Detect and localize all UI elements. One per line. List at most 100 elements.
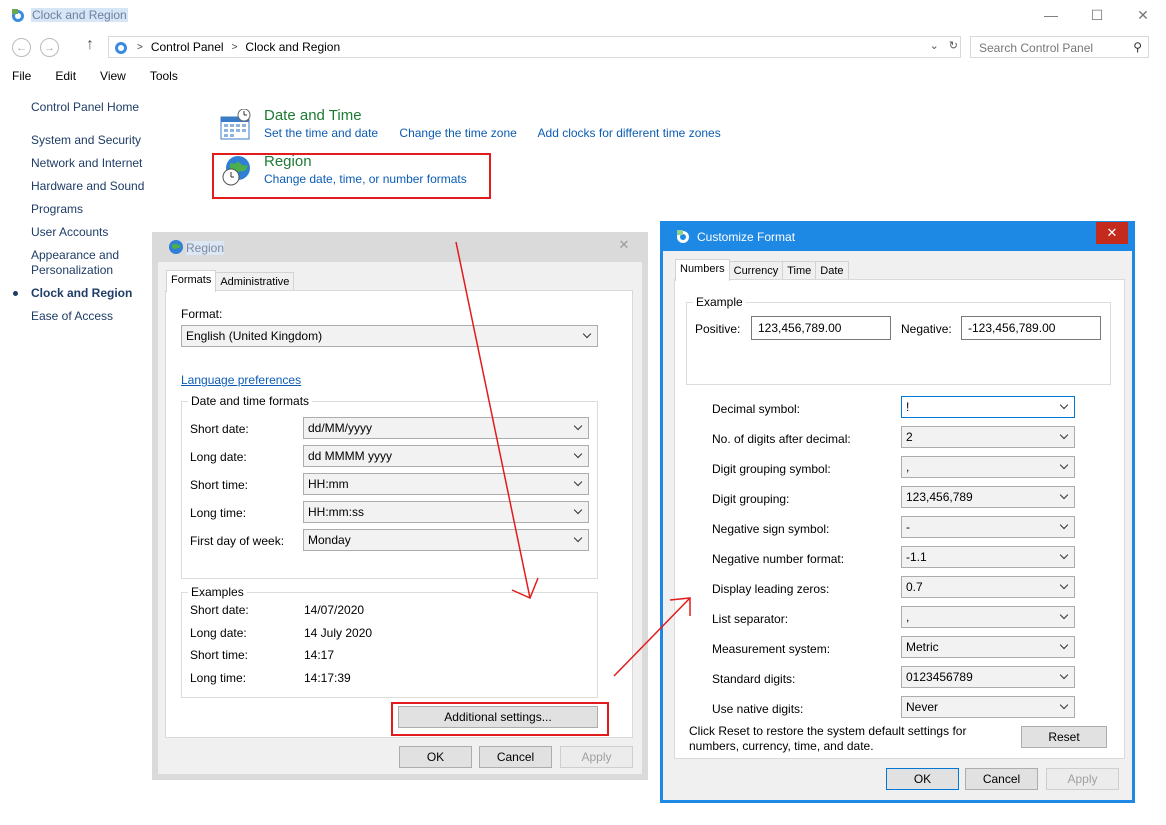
control-panel-icon (677, 230, 689, 243)
display-leading-zeros-label: Display leading zeros: (712, 582, 830, 596)
long-date-dropdown[interactable]: dd MMMM yyyy (303, 445, 589, 467)
breadcrumb-control-panel[interactable]: Control Panel (151, 40, 224, 54)
positive-example-field[interactable]: 123,456,789.00 (751, 316, 891, 340)
region-tabs: Formats Administrative (166, 270, 295, 292)
negative-number-format-dropdown[interactable]: -1.1 (901, 546, 1075, 568)
back-icon[interactable]: ← (12, 38, 31, 57)
category-date-time: Date and Time Set the time and date Chan… (264, 107, 739, 140)
minimize-button[interactable]: — (1028, 0, 1074, 30)
sidebar-item-hardware[interactable]: Hardware and Sound (31, 179, 151, 194)
example-legend: Example (693, 295, 746, 309)
long-date-label: Long date: (190, 450, 247, 464)
search-icon: ⚲ (1133, 40, 1142, 54)
ok-button[interactable]: OK (399, 746, 472, 768)
sidebar-item-user-accounts[interactable]: User Accounts (31, 225, 151, 240)
use-native-digits-value: Never (906, 700, 939, 714)
active-bullet-icon (13, 291, 18, 296)
apply-button[interactable]: Apply (1046, 768, 1119, 790)
short-date-dropdown[interactable]: dd/MM/yyyy (303, 417, 589, 439)
cancel-button[interactable]: Cancel (965, 768, 1038, 790)
menu-view[interactable]: View (88, 66, 138, 86)
sidebar-item-programs[interactable]: Programs (31, 202, 151, 217)
control-panel-icon (115, 42, 127, 54)
date-time-title[interactable]: Date and Time (264, 107, 739, 124)
digit-grouping-symbol-dropdown[interactable]: , (901, 456, 1075, 478)
up-arrow-icon[interactable]: ↑ (86, 36, 94, 54)
first-day-label: First day of week: (190, 534, 285, 548)
short-time-value: HH:mm (308, 477, 349, 491)
menu-edit[interactable]: Edit (43, 66, 88, 86)
format-dropdown[interactable]: English (United Kingdom) (181, 325, 598, 347)
decimal-symbol-value: ! (906, 400, 910, 414)
display-leading-zeros-value: 0.7 (906, 580, 923, 594)
use-native-digits-label: Use native digits: (712, 702, 804, 716)
globe-icon (169, 240, 183, 254)
tab-formats[interactable]: Formats (166, 270, 217, 292)
chevron-down-icon[interactable]: ⌄ (930, 39, 939, 52)
long-time-dropdown[interactable]: HH:mm:ss (303, 501, 589, 523)
example-short-time-value: 14:17 (304, 648, 335, 662)
decimal-symbol-dropdown[interactable]: ! (901, 396, 1075, 418)
sidebar-item-appearance[interactable]: Appearance and Personalization (31, 248, 151, 278)
tab-date[interactable]: Date (815, 261, 849, 281)
link-change-time-zone[interactable]: Change the time zone (399, 126, 516, 140)
no-of-digits-after-decimal-dropdown[interactable]: 2 (901, 426, 1075, 448)
negative-number-format-value: -1.1 (906, 550, 927, 564)
forward-icon[interactable]: → (40, 38, 59, 57)
measurement-system-value: Metric (906, 640, 939, 654)
close-icon[interactable]: ✕ (1096, 222, 1128, 244)
menu-tools[interactable]: Tools (138, 66, 190, 86)
measurement-system-dropdown[interactable]: Metric (901, 636, 1075, 658)
sidebar-home[interactable]: Control Panel Home (31, 100, 151, 115)
annotation-highlight-box (391, 702, 609, 736)
measurement-system-label: Measurement system: (712, 642, 831, 656)
region-dialog: Region ✕ Formats Administrative Format: … (152, 232, 648, 780)
language-preferences-link[interactable]: Language preferences (181, 373, 301, 387)
address-bar[interactable]: > Control Panel > Clock and Region ⌄ ↻ (108, 36, 961, 58)
tab-administrative[interactable]: Administrative (215, 272, 295, 292)
tab-currency[interactable]: Currency (728, 261, 784, 281)
maximize-button[interactable]: ☐ (1074, 0, 1120, 30)
annotation-highlight-box (212, 153, 491, 199)
digit-grouping-dropdown[interactable]: 123,456,789 (901, 486, 1075, 508)
format-value: English (United Kingdom) (186, 329, 323, 343)
example-long-date-label: Long date: (190, 626, 247, 640)
chevron-down-icon (574, 507, 583, 516)
region-dialog-title: Region (186, 241, 225, 255)
standard-digits-dropdown[interactable]: 0123456789 (901, 666, 1075, 688)
reset-instructions: Click Reset to restore the system defaul… (689, 724, 967, 753)
list-separator-dropdown[interactable]: , (901, 606, 1075, 628)
sidebar-item-clock-region[interactable]: Clock and Region (13, 286, 151, 301)
digit-grouping-value: 123,456,789 (906, 490, 973, 504)
close-button[interactable]: ✕ (1120, 0, 1166, 30)
refresh-icon[interactable]: ↻ (949, 39, 958, 52)
chevron-down-icon (1060, 492, 1069, 501)
sidebar-item-system-security[interactable]: System and Security (31, 133, 151, 148)
sidebar-item-ease-of-access[interactable]: Ease of Access (31, 309, 151, 324)
breadcrumb-clock-region[interactable]: Clock and Region (245, 40, 340, 54)
search-input[interactable]: Search Control Panel ⚲ (970, 36, 1149, 58)
date-time-formats-group: Date and time formats Short date: dd/MM/… (181, 394, 598, 579)
numbers-panel: Example Positive: 123,456,789.00 Negativ… (674, 279, 1125, 759)
reset-button[interactable]: Reset (1021, 726, 1107, 748)
first-day-dropdown[interactable]: Monday (303, 529, 589, 551)
negative-sign-symbol-dropdown[interactable]: - (901, 516, 1075, 538)
display-leading-zeros-dropdown[interactable]: 0.7 (901, 576, 1075, 598)
ok-button[interactable]: OK (886, 768, 959, 790)
close-icon[interactable]: ✕ (609, 234, 639, 256)
menu-file[interactable]: File (0, 66, 43, 86)
use-native-digits-dropdown[interactable]: Never (901, 696, 1075, 718)
tab-time[interactable]: Time (782, 261, 817, 281)
link-add-clocks[interactable]: Add clocks for different time zones (538, 126, 721, 140)
digit-grouping-label: Digit grouping: (712, 492, 790, 506)
negative-example-field[interactable]: -123,456,789.00 (961, 316, 1101, 340)
short-time-dropdown[interactable]: HH:mm (303, 473, 589, 495)
apply-button[interactable]: Apply (560, 746, 633, 768)
cancel-button[interactable]: Cancel (479, 746, 552, 768)
tab-numbers[interactable]: Numbers (675, 259, 730, 281)
sidebar-item-network[interactable]: Network and Internet (31, 156, 151, 171)
chevron-right-icon: > (137, 41, 143, 53)
short-date-label: Short date: (190, 422, 249, 436)
address-row: ← → ↑ > Control Panel > Clock and Region… (0, 33, 1166, 61)
link-set-time-date[interactable]: Set the time and date (264, 126, 378, 140)
